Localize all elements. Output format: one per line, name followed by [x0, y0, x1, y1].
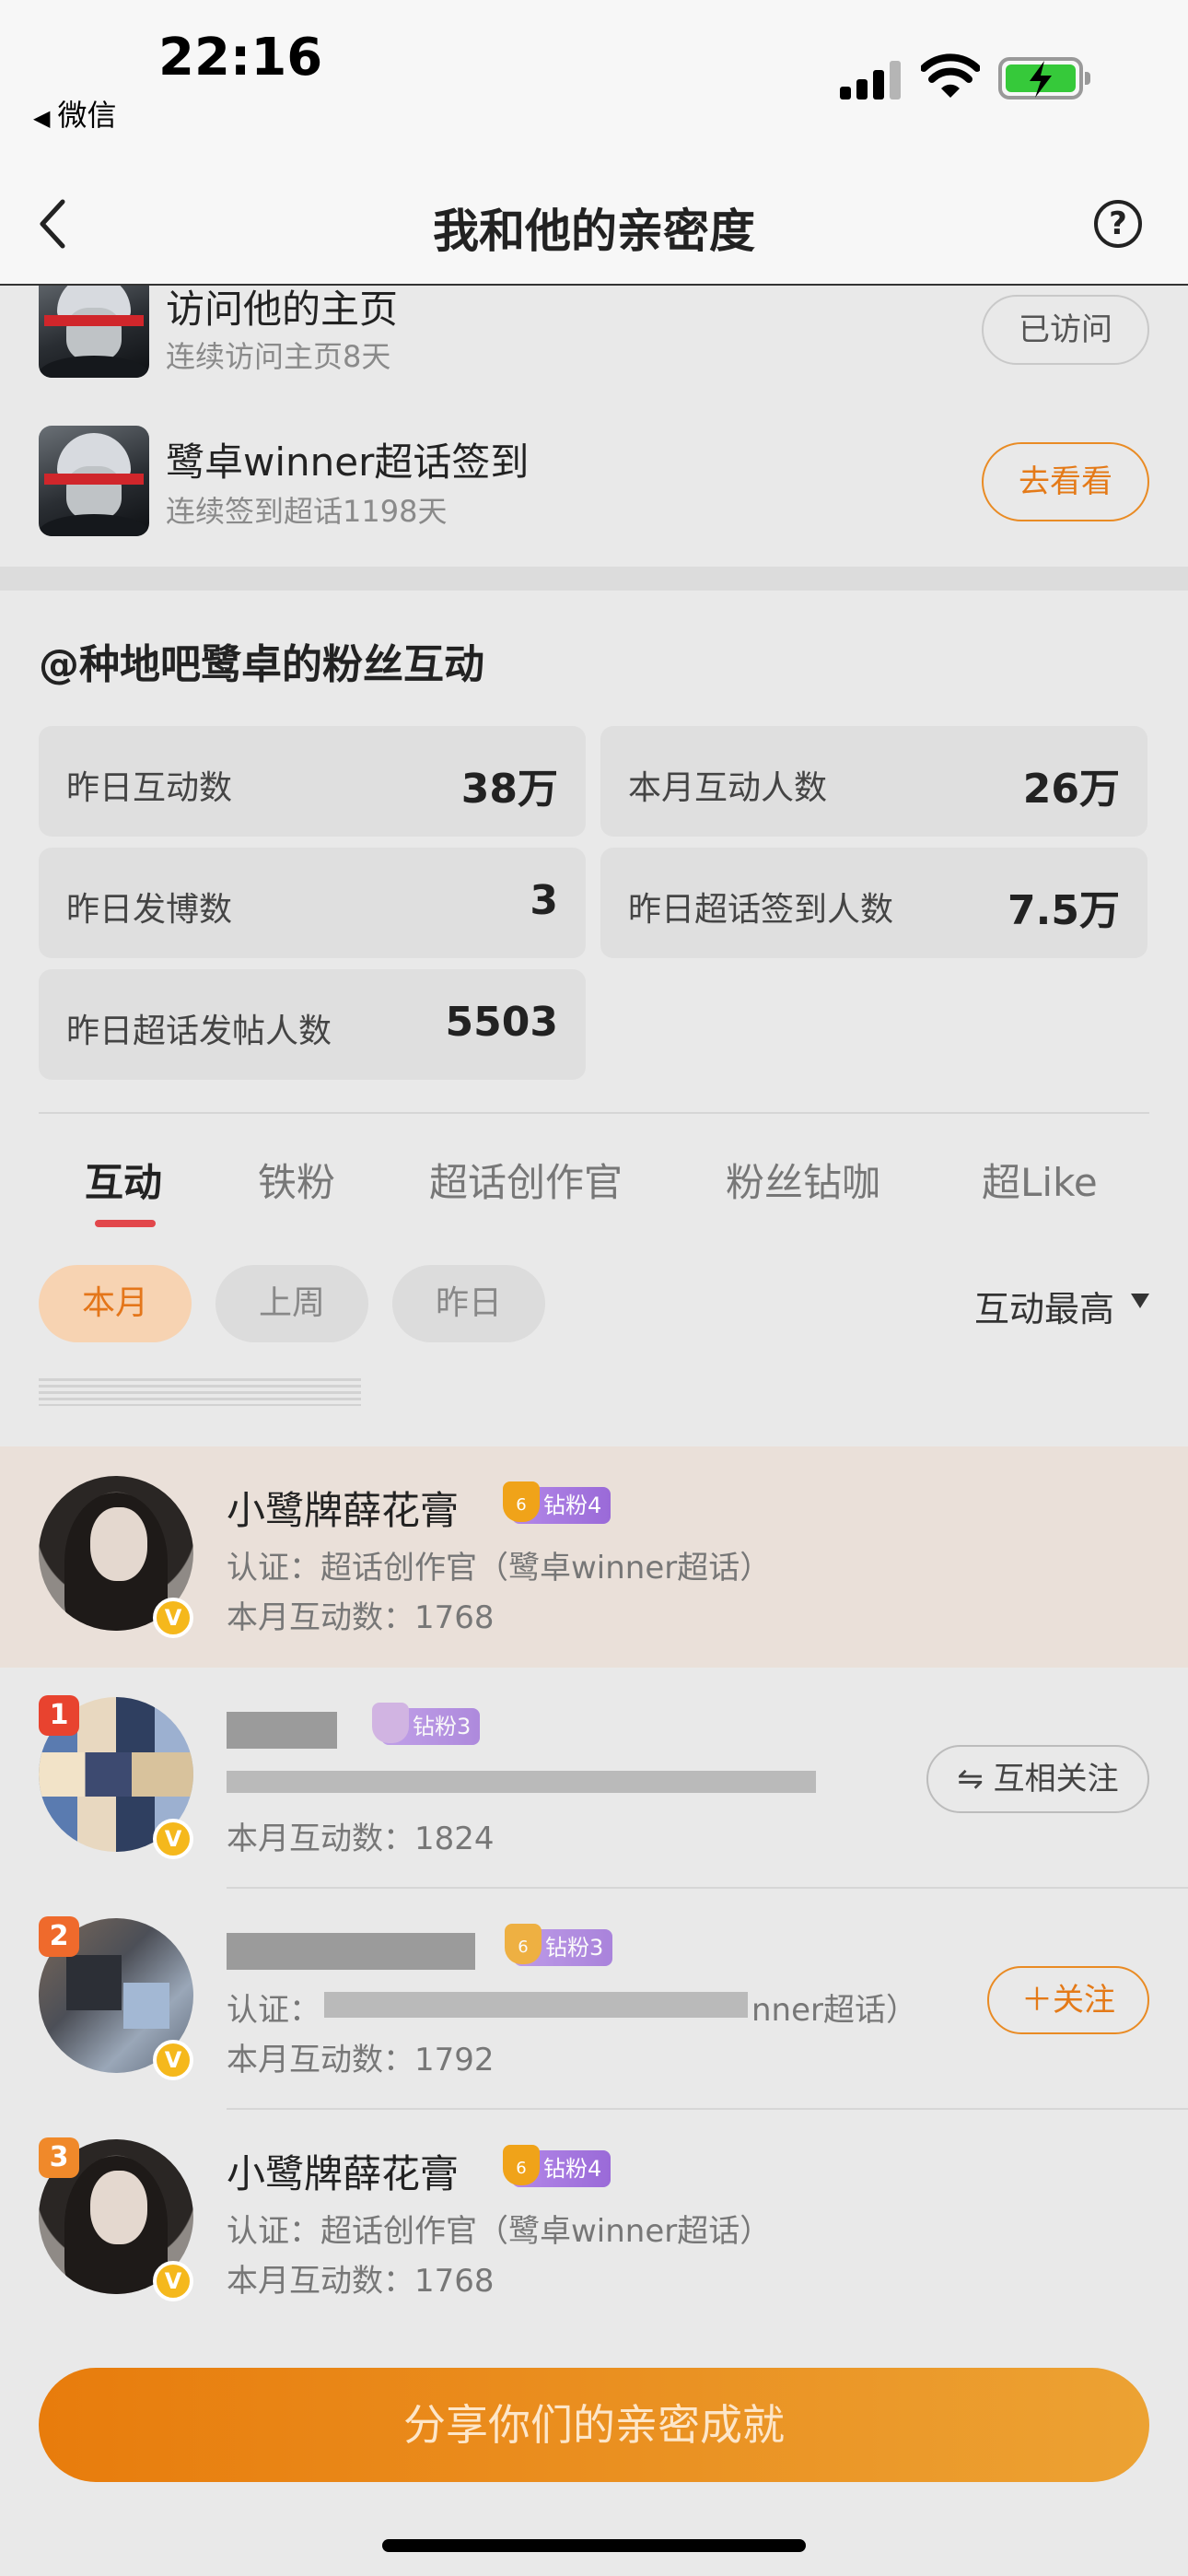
interaction-count: 本月互动数：1768: [227, 1599, 495, 1636]
stat-value: 38万: [460, 766, 558, 813]
signal-icon: [840, 59, 903, 100]
task-title: 鹭卓winner超话签到: [166, 439, 530, 485]
verified-icon: V: [153, 1598, 193, 1638]
task-title: 访问他的主页: [166, 287, 399, 332]
certification: 认证：超话创作官（鹭卓winner超话）: [227, 1550, 772, 1587]
redacted-name: [227, 1933, 475, 1970]
tab-interaction[interactable]: 互动: [85, 1152, 162, 1208]
share-achievement-button[interactable]: 分享你们的亲密成就: [39, 2368, 1149, 2482]
crown-icon: [372, 1703, 409, 1743]
home-indicator[interactable]: [382, 2539, 806, 2552]
battery-icon: [998, 57, 1090, 100]
divider: [39, 1112, 1149, 1114]
stat-value: 5503: [445, 999, 558, 1046]
tab-creator[interactable]: 超话创作官: [429, 1152, 623, 1208]
verified-icon: V: [153, 2040, 193, 2080]
mutual-follow-button[interactable]: ⇋ 互相关注: [926, 1745, 1149, 1813]
tab-diamond-fans[interactable]: 粉丝钻咖: [726, 1152, 880, 1208]
section-title: @种地吧鹭卓的粉丝互动: [39, 641, 484, 688]
stat-label: 昨日互动数: [66, 769, 233, 807]
diamond-fan-badge: 钻粉3: [372, 1703, 481, 1745]
tab-indicator: [95, 1220, 156, 1227]
back-app-label: 微信: [57, 98, 117, 133]
filter-this-month[interactable]: 本月: [39, 1265, 192, 1342]
redacted-cert: [324, 1992, 748, 2018]
stat-value: 3: [530, 877, 558, 924]
page-title: 我和他的亲密度: [433, 205, 755, 258]
user-name: 小鹭牌薛花膏: [227, 2151, 460, 2196]
stat-value: 26万: [1022, 766, 1120, 813]
redacted-cert: [227, 1771, 816, 1793]
stat-card: 昨日超话发帖人数 5503: [39, 969, 586, 1080]
redacted-name: [227, 1712, 337, 1749]
stat-card: 本月互动人数 26万: [600, 726, 1147, 837]
caret-down-icon: [1131, 1294, 1149, 1308]
ranking-row[interactable]: 2 V 6 钻粉3 认证： nner超话） 本月互动数：1792 ＋关注: [0, 1889, 1188, 2110]
visited-button[interactable]: 已访问: [982, 295, 1149, 365]
stat-label: 昨日超话签到人数: [628, 891, 894, 929]
back-to-app-link[interactable]: ◀ 微信: [33, 92, 116, 135]
verified-icon: V: [153, 2261, 193, 2301]
filter-last-week[interactable]: 上周: [215, 1265, 368, 1342]
task-list: 访问他的主页 连续访问主页8天 已访问 鹭卓winner超话签到 连续签到超话1…: [0, 286, 1188, 567]
stat-label: 本月互动人数: [628, 769, 828, 807]
diamond-fan-badge: 6 钻粉4: [503, 2145, 611, 2187]
crown-icon: 6: [503, 2145, 540, 2185]
status-bar: 22:16 ◀ 微信: [0, 0, 1188, 161]
ranking-row[interactable]: 3 V 小鹭牌薛花膏 6 钻粉4 认证：超话创作官（鹭卓winner超话） 本月互…: [0, 2110, 1188, 2331]
task-subtitle: 连续访问主页8天: [166, 339, 391, 374]
stat-card: 昨日发博数 3: [39, 848, 586, 958]
crown-icon: 6: [503, 1481, 540, 1522]
diamond-fan-badge: 6 钻粉3: [505, 1924, 613, 1966]
blurred-text: [39, 1378, 361, 1406]
go-see-button[interactable]: 去看看: [982, 442, 1149, 521]
interaction-count: 本月互动数：1792: [227, 2042, 495, 2078]
verified-icon: V: [153, 1819, 193, 1859]
crown-icon: 6: [505, 1924, 542, 1964]
sort-dropdown[interactable]: 互动最高: [974, 1281, 1114, 1331]
stat-label: 昨日超话发帖人数: [66, 1013, 332, 1050]
nav-bar: 我和他的亲密度 ?: [0, 161, 1188, 286]
task-row-visit: 访问他的主页 连续访问主页8天 已访问: [0, 286, 1188, 378]
task-row-checkin: 鹭卓winner超话签到 连续签到超话1198天 去看看: [0, 422, 1188, 560]
certification: 认证：: [227, 1992, 320, 2029]
ranking-row[interactable]: 1 V 钻粉3 本月互动数：1824 ⇋ 互相关注: [0, 1668, 1188, 1889]
interaction-count: 本月互动数：1768: [227, 2263, 495, 2300]
ranking-row-self[interactable]: V 小鹭牌薛花膏 6 钻粉4 认证：超话创作官（鹭卓winner超话） 本月互动数…: [0, 1446, 1188, 1668]
certification-tail: nner超话）: [751, 1992, 917, 2029]
filter-yesterday[interactable]: 昨日: [392, 1265, 545, 1342]
task-subtitle: 连续签到超话1198天: [166, 494, 448, 529]
back-triangle-icon: ◀: [33, 105, 51, 131]
rank-number: 1: [39, 1695, 79, 1736]
follow-button[interactable]: ＋关注: [987, 1966, 1149, 2034]
help-icon[interactable]: ?: [1094, 200, 1142, 248]
tab-iron-fans[interactable]: 铁粉: [258, 1152, 335, 1208]
avatar: [39, 286, 149, 378]
diamond-fan-badge: 6 钻粉4: [503, 1481, 611, 1524]
avatar: [39, 426, 149, 536]
rank-number: 3: [39, 2137, 79, 2178]
stat-card: 昨日超话签到人数 7.5万: [600, 848, 1147, 958]
user-name: 小鹭牌薛花膏: [227, 1488, 460, 1533]
tab-super-like[interactable]: 超Like: [982, 1152, 1098, 1208]
stat-value: 7.5万: [1007, 887, 1120, 934]
status-time: 22:16: [158, 28, 323, 88]
wifi-icon: [921, 53, 980, 98]
certification: 认证：超话创作官（鹭卓winner超话）: [227, 2213, 772, 2250]
section-divider: [0, 567, 1188, 591]
rank-number: 2: [39, 1916, 79, 1957]
stat-card: 昨日互动数 38万: [39, 726, 586, 837]
interaction-count: 本月互动数：1824: [227, 1821, 495, 1857]
stat-label: 昨日发博数: [66, 891, 233, 929]
